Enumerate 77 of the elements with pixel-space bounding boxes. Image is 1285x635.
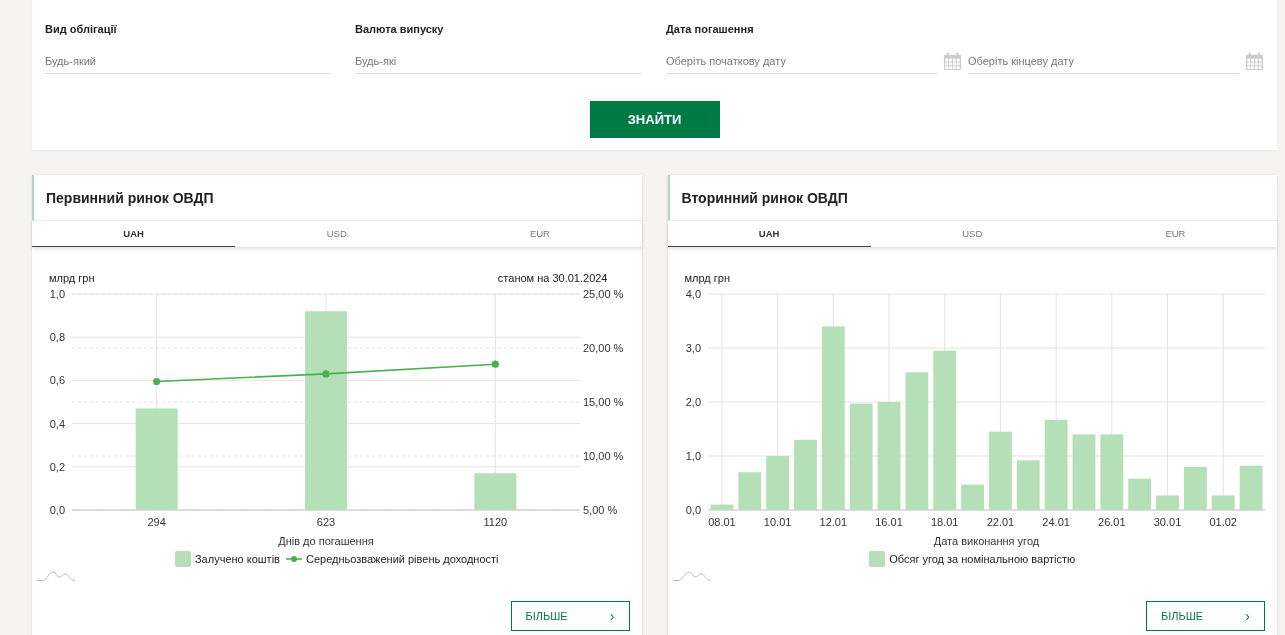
filter-label: Вид облігації xyxy=(45,23,118,35)
filter-label: Валюта випуску xyxy=(355,23,445,35)
x-axis-title: Дата виконання угод xyxy=(933,535,1039,547)
x-axis-label: 08.01 xyxy=(707,516,736,528)
bar xyxy=(710,504,733,510)
filter-label: Дата погашення xyxy=(666,23,755,35)
y-axis-label: 1,0 xyxy=(49,288,65,300)
x-axis-label: 22.01 xyxy=(986,516,1014,528)
legend-swatch xyxy=(869,551,886,567)
bar xyxy=(1239,465,1262,510)
input-field[interactable]: Будь-який xyxy=(45,51,330,74)
x-axis-label: 01.02 xyxy=(1208,516,1237,528)
bar xyxy=(737,472,761,510)
x-axis-label: 30.01 xyxy=(1153,516,1181,528)
more-button[interactable]: БІЛЬШЕ › xyxy=(510,601,630,631)
legend-label[interactable]: Залучено коштів xyxy=(194,553,280,565)
currency-tab[interactable]: EUR xyxy=(438,221,642,247)
x-axis-label: 12.01 xyxy=(819,516,847,528)
bar xyxy=(960,484,984,510)
bar xyxy=(1155,495,1179,510)
bar xyxy=(1127,478,1151,510)
calendar-icon[interactable] xyxy=(943,52,962,71)
point xyxy=(491,360,499,368)
x-axis-label: 1120 xyxy=(483,516,508,528)
point xyxy=(322,370,330,378)
legend-swatch xyxy=(174,551,191,567)
legend-line-icon xyxy=(285,555,302,563)
bar xyxy=(474,473,517,510)
x-axis-label: 26.01 xyxy=(1097,516,1126,528)
y-axis-label: 1,0 xyxy=(685,450,701,462)
as-of-date: станом на 30.01.2024 xyxy=(497,272,608,284)
y-axis-label: 0,0 xyxy=(685,504,701,516)
bar xyxy=(1183,466,1207,510)
card-title: Вторинний ринок ОВДП xyxy=(681,189,848,206)
calendar-icon[interactable] xyxy=(1245,52,1264,71)
y-axis-label: 0,6 xyxy=(49,374,65,387)
currency-tab[interactable]: UAH xyxy=(667,221,871,247)
x-axis-label: 623 xyxy=(316,516,336,528)
card-title: Первинний ринок ОВДП xyxy=(46,189,214,206)
input-field[interactable]: Оберіть початкову дату xyxy=(666,51,937,74)
y-axis-label: 3,0 xyxy=(685,342,701,354)
bar xyxy=(1211,495,1235,510)
y-axis-label: 0,0 xyxy=(49,504,65,516)
bar xyxy=(793,439,817,510)
y-axis-label: 4,0 xyxy=(685,288,701,300)
wave-icon xyxy=(672,571,711,581)
input-field[interactable]: Будь-які xyxy=(355,51,641,74)
more-button[interactable]: БІЛЬШЕ › xyxy=(1146,601,1265,631)
x-axis-label: 10.01 xyxy=(763,516,791,528)
wave-icon xyxy=(37,571,75,581)
legend-label[interactable]: Обсяг угод за номінальною вартістю xyxy=(889,553,1076,565)
search-button[interactable]: ЗНАЙТИ xyxy=(589,101,720,138)
currency-tab[interactable]: EUR xyxy=(1073,221,1277,247)
y-axis-label: 15,00 % xyxy=(583,396,624,408)
axis-unit: млрд грн xyxy=(49,272,95,284)
currency-tab[interactable]: USD xyxy=(235,221,439,247)
point xyxy=(153,377,161,386)
bar xyxy=(1016,460,1040,510)
axis-unit: млрд грн xyxy=(684,272,731,284)
input-field[interactable]: Оберіть кінцеву дату xyxy=(968,51,1239,74)
y-axis-label: 10,00 % xyxy=(583,450,624,462)
y-axis-label: 25,00 % xyxy=(583,288,624,300)
currency-tab[interactable]: USD xyxy=(870,221,1074,247)
x-axis-label: 18.01 xyxy=(930,516,958,528)
y-axis-label: 0,2 xyxy=(49,460,65,473)
x-axis-label: 16.01 xyxy=(874,516,903,528)
y-axis-label: 0,4 xyxy=(49,417,65,430)
x-axis-label: 294 xyxy=(147,516,166,528)
y-axis-label: 20,00 % xyxy=(583,342,624,354)
legend-label[interactable]: Середньозважений рівень доходності xyxy=(305,553,499,565)
bar xyxy=(765,456,789,510)
x-axis-title: Днів до погашення xyxy=(278,535,374,547)
y-axis-label: 2,0 xyxy=(685,396,701,408)
x-axis-label: 24.01 xyxy=(1041,516,1070,528)
currency-tab[interactable]: UAH xyxy=(32,221,236,247)
y-axis-label: 0,8 xyxy=(49,331,65,344)
y-axis-label: 5,00 % xyxy=(583,504,618,516)
